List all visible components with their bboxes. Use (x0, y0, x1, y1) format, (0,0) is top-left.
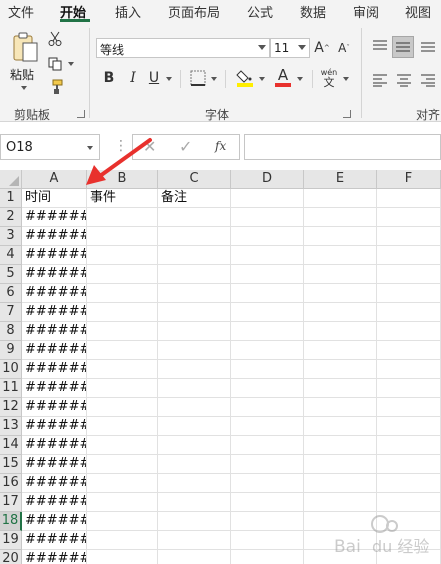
watermark-logo: Bai du 经验 (334, 515, 429, 557)
svg-text:du 经验: du 经验 (372, 537, 429, 556)
svg-text:Bai: Bai (334, 537, 361, 557)
annotation-arrow-line (98, 138, 152, 178)
annotation-arrow-overlay (86, 138, 152, 185)
